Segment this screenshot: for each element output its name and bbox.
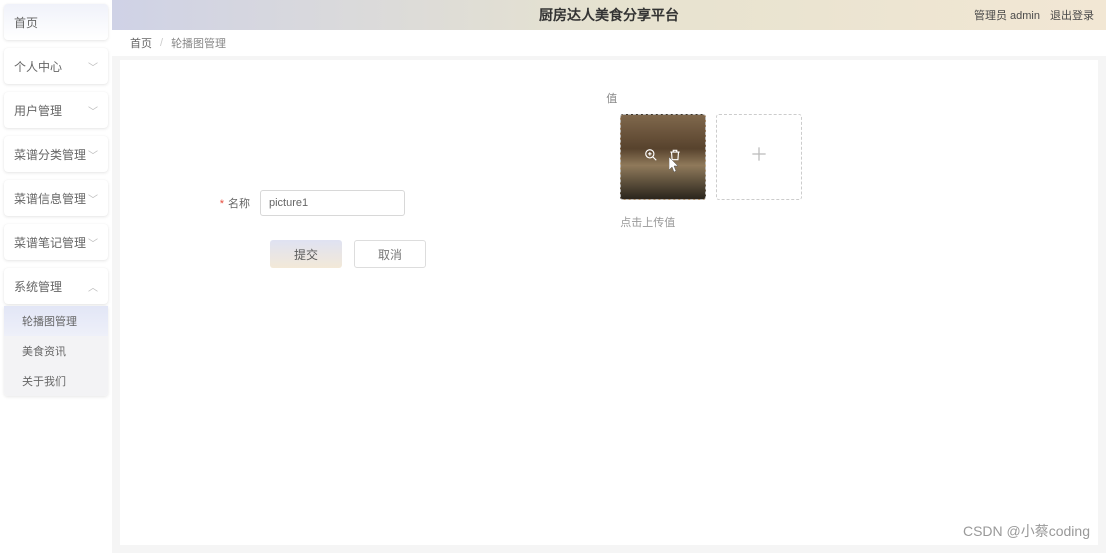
breadcrumb-current: 轮播图管理 [171, 35, 226, 51]
submenu-item-label: 美食资讯 [22, 343, 66, 359]
sidebar-item-label: 用户管理 [14, 102, 62, 119]
chevron-down-icon: ﹀ [88, 103, 98, 118]
submenu-item-about[interactable]: 关于我们 [4, 366, 108, 396]
chevron-down-icon: ﹀ [88, 191, 98, 206]
name-input[interactable] [260, 190, 405, 216]
sidebar-item-profile[interactable]: 个人中心 ﹀ [4, 48, 108, 84]
cancel-button[interactable]: 取消 [354, 240, 426, 268]
sidebar-item-recipe[interactable]: 菜谱信息管理 ﹀ [4, 180, 108, 216]
submenu-item-label: 轮播图管理 [22, 313, 77, 329]
plus-icon [749, 144, 769, 170]
upload-hint: 点击上传值 [620, 214, 1078, 230]
sidebar-item-category[interactable]: 菜谱分类管理 ﹀ [4, 136, 108, 172]
sidebar-home-label: 首页 [14, 14, 38, 31]
breadcrumb-home[interactable]: 首页 [130, 35, 152, 51]
image-preview[interactable] [620, 114, 706, 200]
submenu-item-carousel[interactable]: 轮播图管理 [4, 306, 108, 336]
upload-label: 值 [606, 90, 1078, 106]
breadcrumb: 首页 / 轮播图管理 [112, 30, 1106, 56]
sidebar: 首页 个人中心 ﹀ 用户管理 ﹀ 菜谱分类管理 ﹀ 菜谱信息管理 ﹀ 菜谱笔记管… [0, 0, 112, 553]
logout-link[interactable]: 退出登录 [1050, 7, 1094, 23]
trash-icon[interactable] [668, 148, 682, 167]
submit-button[interactable]: 提交 [270, 240, 342, 268]
submenu-item-label: 关于我们 [22, 373, 66, 389]
submenu-item-news[interactable]: 美食资讯 [4, 336, 108, 366]
zoom-in-icon[interactable] [644, 148, 658, 167]
app-title: 厨房达人美食分享平台 [539, 5, 679, 25]
sidebar-item-notes[interactable]: 菜谱笔记管理 ﹀ [4, 224, 108, 260]
sidebar-home[interactable]: 首页 [4, 4, 108, 40]
upload-add-button[interactable] [716, 114, 802, 200]
sidebar-item-system[interactable]: 系统管理 ︿ [4, 268, 108, 304]
sidebar-item-users[interactable]: 用户管理 ﹀ [4, 92, 108, 128]
sidebar-item-label: 菜谱信息管理 [14, 190, 86, 207]
name-label: 名称 [200, 195, 260, 211]
sidebar-item-label: 菜谱分类管理 [14, 146, 86, 163]
sidebar-submenu: 轮播图管理 美食资讯 关于我们 [4, 306, 108, 396]
sidebar-item-label: 系统管理 [14, 278, 62, 295]
sidebar-item-label: 个人中心 [14, 58, 62, 75]
chevron-up-icon: ︿ [88, 279, 98, 294]
admin-label[interactable]: 管理员 admin [974, 7, 1040, 23]
content-panel: 名称 提交 取消 值 [120, 60, 1098, 545]
breadcrumb-separator: / [160, 37, 163, 49]
sidebar-item-label: 菜谱笔记管理 [14, 234, 86, 251]
chevron-down-icon: ﹀ [88, 235, 98, 250]
chevron-down-icon: ﹀ [88, 147, 98, 162]
top-header: 厨房达人美食分享平台 管理员 admin 退出登录 [112, 0, 1106, 30]
chevron-down-icon: ﹀ [88, 59, 98, 74]
